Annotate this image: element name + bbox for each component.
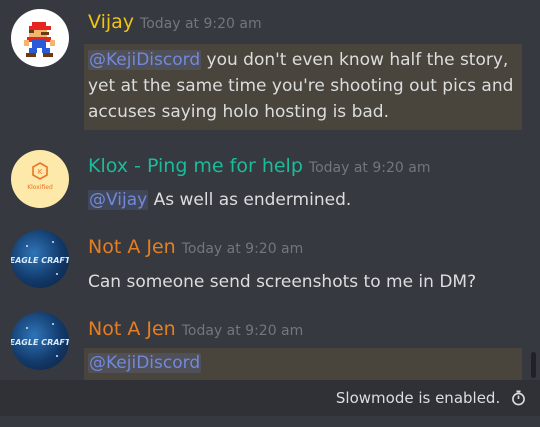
author-name[interactable]: Vijay [88,11,134,33]
user-mention[interactable]: @Vijay [88,190,149,210]
eaglecraft-logo-icon: EAGLE CRAFT [11,241,69,275]
slowmode-text: Slowmode is enabled. [335,389,501,407]
message-content: @KejiDiscord you don't even know half th… [88,47,520,125]
svg-text:K: K [38,168,43,176]
author-name[interactable]: Klox - Ping me for help [88,155,303,177]
avatar[interactable] [11,9,69,67]
timestamp: Today at 9:20 am [140,16,262,32]
author-name[interactable]: Not A Jen [88,318,176,340]
mario-avatar-icon [24,22,55,57]
eaglecraft-logo-icon: EAGLE CRAFT [11,323,69,357]
message-list[interactable]: Vijay Today at 9:20 am @KejiDiscord you d… [0,0,540,380]
slowmode-bar: Slowmode is enabled. [0,380,540,416]
message-content: @KejiDiscord [88,350,520,376]
slowmode-indicator: Slowmode is enabled. [336,389,526,407]
bottom-strip [0,416,540,427]
message-content: @Vijay As well as endermined. [88,187,520,213]
user-mention[interactable]: @KejiDiscord [88,50,202,70]
message-text: Can someone send screenshots to me in DM… [88,272,477,292]
message-content: Can someone send screenshots to me in DM… [88,269,520,295]
avatar[interactable]: K Kloxified [11,150,69,208]
timestamp: Today at 9:20 am [308,160,431,176]
avatar[interactable]: EAGLE CRAFT [11,312,69,370]
user-mention[interactable]: @KejiDiscord [88,353,202,373]
svg-text:EAGLE CRAFT: EAGLE CRAFT [11,256,69,265]
author-name[interactable]: Not A Jen [88,236,176,258]
avatar[interactable]: EAGLE CRAFT [11,230,69,288]
message-text: yet at the same time you're shooting out… [88,76,514,96]
stopwatch-icon [512,390,525,406]
timestamp: Today at 9:20 am [181,241,304,257]
message-text: As well as endermined. [148,190,352,210]
timestamp: Today at 9:20 am [181,323,304,339]
message-text: accuses saying holo hosting is bad. [88,102,389,122]
svg-text:EAGLE CRAFT: EAGLE CRAFT [11,338,69,347]
kloxified-logo-icon: K Kloxified [27,162,53,191]
message-text: you don't even know half the story, [201,50,509,70]
scrollbar-thumb[interactable] [531,352,536,378]
svg-text:Kloxified: Kloxified [27,184,53,191]
